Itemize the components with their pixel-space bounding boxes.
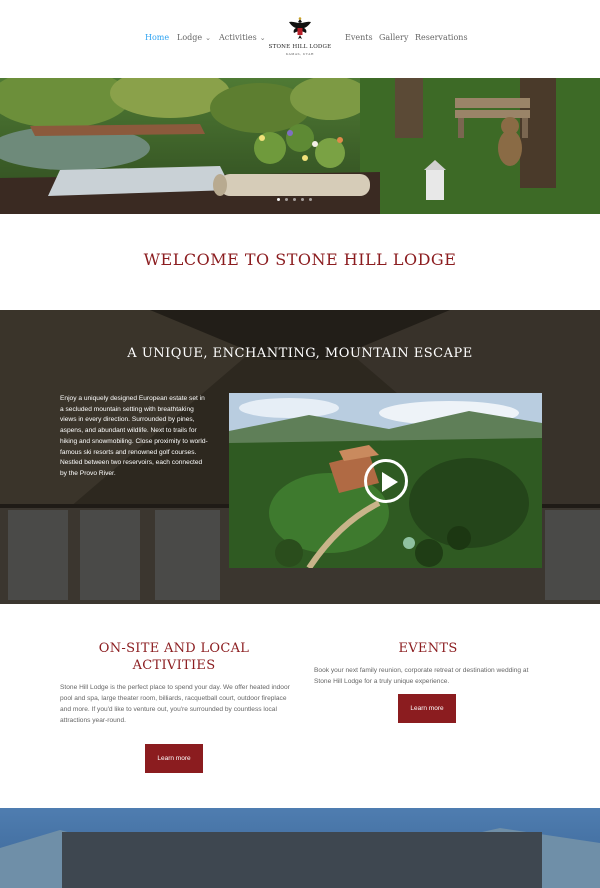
- logo-tagline: KAMAS, UTAH: [285, 52, 315, 56]
- nav-reservations[interactable]: Reservations: [415, 33, 468, 42]
- eagle-crest-icon: [289, 17, 311, 39]
- slider-dot[interactable]: [277, 198, 280, 201]
- site-header: Home Lodge ⌄ Activities ⌄ STONE HILL LODGE…: [0, 0, 600, 78]
- play-icon[interactable]: [364, 459, 408, 503]
- site-logo[interactable]: STONE HILL LODGE KAMAS, UTAH: [266, 16, 334, 64]
- activities-learn-more-button[interactable]: Learn more: [145, 744, 203, 773]
- activities-description: Stone Hill Lodge is the perfect place to…: [60, 684, 290, 724]
- nav-lodge-label: Lodge: [177, 33, 203, 42]
- chevron-down-icon: ⌄: [205, 34, 211, 42]
- events-button-label: Learn more: [410, 705, 444, 712]
- nav-activities[interactable]: Activities ⌄: [219, 33, 266, 42]
- mountain-background: [0, 808, 600, 888]
- features-section: ON-SITE AND LOCAL ACTIVITIES Stone Hill …: [0, 604, 600, 808]
- hero-slider[interactable]: [0, 78, 600, 214]
- slider-dot[interactable]: [285, 198, 288, 201]
- video-player[interactable]: [229, 393, 542, 568]
- activities-title: ON-SITE AND LOCAL ACTIVITIES: [98, 641, 250, 673]
- activities-button-label: Learn more: [157, 755, 191, 762]
- chevron-down-icon: ⌄: [259, 34, 266, 42]
- nav-home[interactable]: Home: [145, 33, 169, 42]
- nav-gallery[interactable]: Gallery: [379, 33, 408, 42]
- slider-dot[interactable]: [293, 198, 296, 201]
- nav-events[interactable]: Events: [345, 33, 373, 42]
- events-learn-more-button[interactable]: Learn more: [398, 694, 456, 723]
- escape-section: A UNIQUE, ENCHANTING, MOUNTAIN ESCAPE En…: [0, 310, 600, 604]
- nav-lodge[interactable]: Lodge ⌄: [177, 33, 211, 42]
- welcome-title: WELCOME TO STONE HILL LODGE: [143, 250, 457, 269]
- welcome-section: WELCOME TO STONE HILL LODGE: [0, 214, 600, 310]
- bottom-banner: [0, 808, 600, 888]
- slider-dot[interactable]: [301, 198, 304, 201]
- escape-title: A UNIQUE, ENCHANTING, MOUNTAIN ESCAPE: [127, 346, 473, 361]
- logo-name: STONE HILL LODGE: [268, 44, 332, 50]
- slider-dot[interactable]: [309, 198, 312, 201]
- escape-description: Enjoy a uniquely designed European estat…: [60, 395, 208, 477]
- nav-activities-label: Activities: [219, 33, 257, 42]
- hero-image: [0, 78, 600, 214]
- events-description: Book your next family reunion, corporate…: [314, 667, 529, 685]
- events-title: EVENTS: [398, 641, 458, 656]
- slider-dots: [277, 198, 312, 201]
